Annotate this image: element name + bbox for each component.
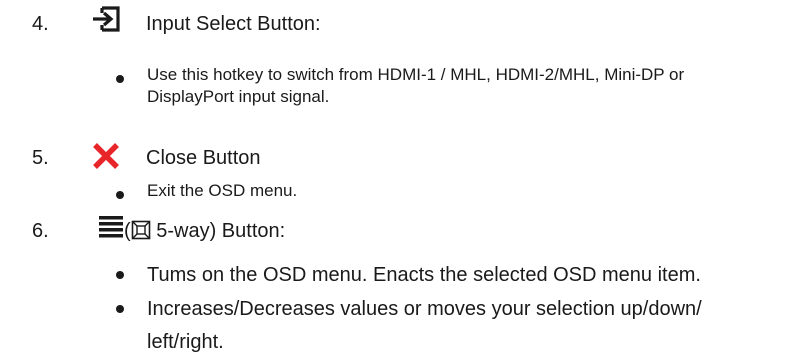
item-number: 4. <box>32 13 49 35</box>
item-number: 6. <box>32 220 49 242</box>
close-x-icon <box>91 141 121 171</box>
open-paren: ( <box>124 220 131 242</box>
item-title: ( 5-way) Button: <box>124 219 285 246</box>
bullet-dot <box>116 271 124 279</box>
item-title: Close Button <box>146 147 261 169</box>
bullet-dot <box>116 305 124 313</box>
input-select-icon <box>90 5 122 33</box>
bullet-text: Use this hotkey to switch from HDMI-1 / … <box>147 65 685 106</box>
item-number: 5. <box>32 147 49 169</box>
bullet-text: Tums on the OSD menu. Enacts the selecte… <box>147 264 701 286</box>
bullet-text: Increases/Decreases values or moves your… <box>147 298 702 353</box>
bullet-dot <box>116 75 124 83</box>
five-way-icon <box>131 220 151 246</box>
menu-lines-icon <box>99 214 123 238</box>
item-title-rest: 5-way) Button: <box>150 220 286 242</box>
bullet-text: Exit the OSD menu. <box>147 181 298 200</box>
manual-page: { "items": [ { "number": "4.", "icon": "… <box>0 0 786 353</box>
bullet-dot <box>116 191 124 199</box>
item-title: Input Select Button: <box>146 13 321 35</box>
